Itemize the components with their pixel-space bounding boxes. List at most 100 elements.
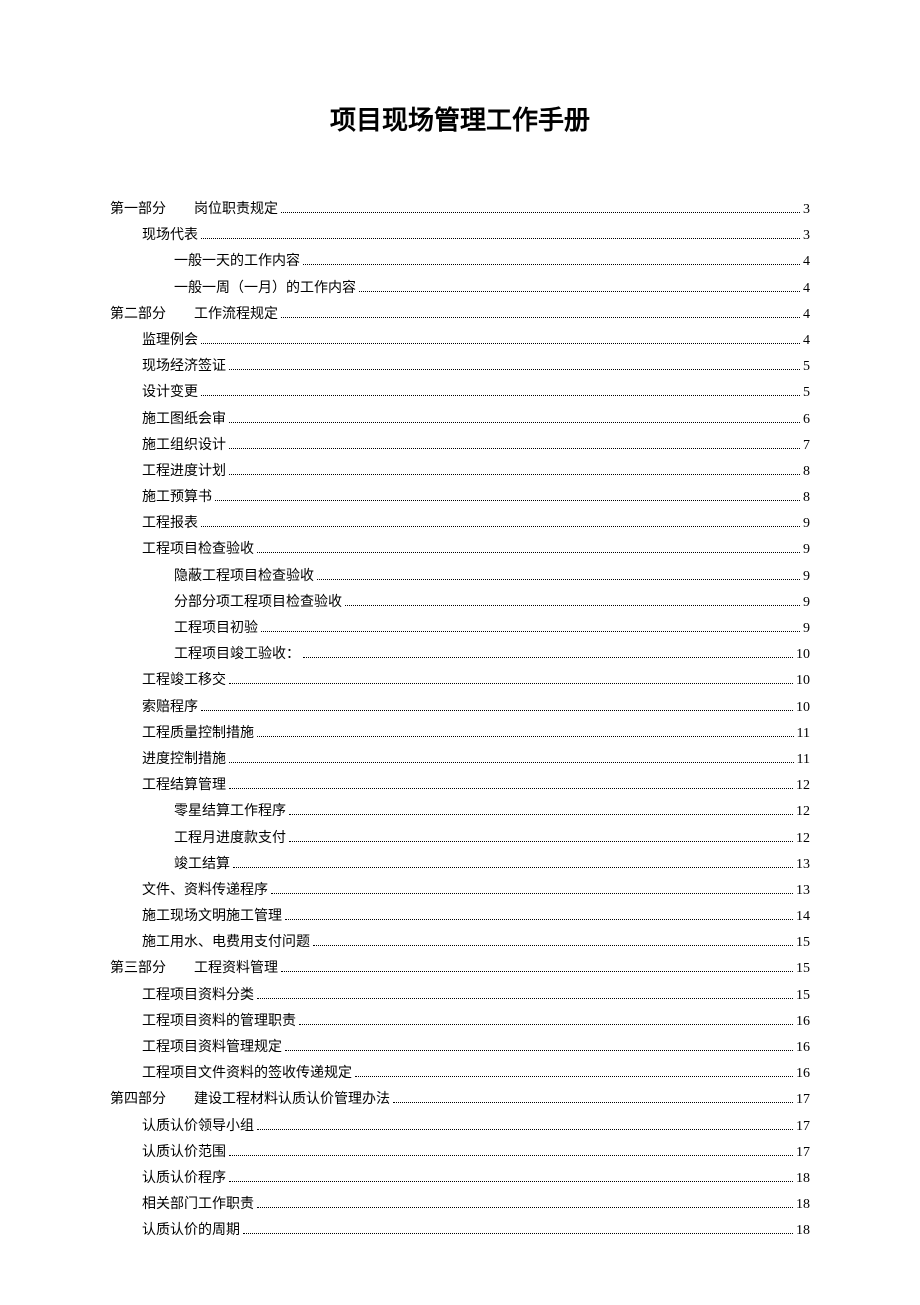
toc-entry-page: 8 [803, 485, 810, 510]
toc-entry-page: 17 [796, 1087, 810, 1112]
toc-entry[interactable]: 施工现场文明施工管理14 [110, 904, 810, 929]
toc-entry-page: 4 [803, 276, 810, 301]
toc-entry-page: 16 [796, 1035, 810, 1060]
toc-entry-page: 6 [803, 407, 810, 432]
toc-entry[interactable]: 工程项目竣工验收：10 [110, 642, 810, 667]
toc-entry-label: 设计变更 [142, 380, 198, 405]
toc-entry[interactable]: 文件、资料传递程序13 [110, 878, 810, 903]
toc-entry[interactable]: 第二部分 工作流程规定4 [110, 302, 810, 327]
toc-entry[interactable]: 施工用水、电费用支付问题15 [110, 930, 810, 955]
toc-entry-label: 工程项目资料分类 [142, 983, 254, 1008]
toc-entry-label: 相关部门工作职责 [142, 1192, 254, 1217]
toc-entry-page: 4 [803, 302, 810, 327]
toc-entry-page: 3 [803, 223, 810, 248]
toc-entry-page: 18 [796, 1166, 810, 1191]
toc-entry-page: 13 [796, 878, 810, 903]
toc-entry-page: 3 [803, 197, 810, 222]
toc-entry-page: 9 [803, 537, 810, 562]
toc-leader-dots [345, 605, 800, 606]
toc-leader-dots [393, 1102, 793, 1103]
toc-leader-dots [233, 867, 793, 868]
toc-leader-dots [229, 683, 793, 684]
toc-entry[interactable]: 现场代表3 [110, 223, 810, 248]
toc-entry-page: 18 [796, 1192, 810, 1217]
toc-entry[interactable]: 现场经济签证5 [110, 354, 810, 379]
toc-entry-page: 10 [796, 695, 810, 720]
toc-entry[interactable]: 设计变更5 [110, 380, 810, 405]
toc-entry[interactable]: 施工预算书8 [110, 485, 810, 510]
toc-leader-dots [257, 736, 794, 737]
toc-leader-dots [317, 579, 800, 580]
toc-entry-page: 9 [803, 511, 810, 536]
toc-entry[interactable]: 工程项目资料分类15 [110, 983, 810, 1008]
toc-entry-label: 索赔程序 [142, 695, 198, 720]
toc-leader-dots [313, 945, 793, 946]
toc-entry[interactable]: 认质认价程序18 [110, 1166, 810, 1191]
toc-entry[interactable]: 隐蔽工程项目检查验收9 [110, 564, 810, 589]
toc-entry[interactable]: 工程项目初验9 [110, 616, 810, 641]
toc-leader-dots [359, 291, 800, 292]
toc-leader-dots [201, 343, 800, 344]
toc-entry[interactable]: 工程结算管理12 [110, 773, 810, 798]
toc-entry[interactable]: 一般一周（一月）的工作内容4 [110, 276, 810, 301]
toc-entry[interactable]: 工程月进度款支付12 [110, 826, 810, 851]
toc-entry[interactable]: 认质认价领导小组17 [110, 1114, 810, 1139]
toc-entry[interactable]: 零星结算工作程序12 [110, 799, 810, 824]
toc-entry[interactable]: 工程竣工移交 10 [110, 668, 810, 693]
toc-entry-page: 10 [796, 642, 810, 667]
toc-leader-dots [229, 1181, 793, 1182]
toc-entry[interactable]: 进度控制措施11 [110, 747, 810, 772]
toc-entry-label: 工程结算管理 [142, 773, 226, 798]
toc-entry[interactable]: 认质认价的周期18 [110, 1218, 810, 1243]
toc-entry[interactable]: 竣工结算13 [110, 852, 810, 877]
toc-entry[interactable]: 施工图纸会审 6 [110, 407, 810, 432]
toc-leader-dots [261, 631, 800, 632]
toc-entry-page: 4 [803, 249, 810, 274]
toc-leader-dots [303, 657, 793, 658]
toc-entry[interactable]: 施工组织设计7 [110, 433, 810, 458]
toc-leader-dots [257, 552, 800, 553]
toc-entry-label: 工程项目检查验收 [142, 537, 254, 562]
toc-entry[interactable]: 索赔程序 10 [110, 695, 810, 720]
toc-entry-label: 现场经济签证 [142, 354, 226, 379]
toc-entry-label: 第四部分 建设工程材料认质认价管理办法 [110, 1087, 390, 1112]
toc-entry[interactable]: 工程报表9 [110, 511, 810, 536]
toc-entry[interactable]: 第三部分 工程资料管理15 [110, 956, 810, 981]
toc-entry-page: 16 [796, 1061, 810, 1086]
toc-entry-label: 一般一天的工作内容 [174, 249, 300, 274]
toc-leader-dots [303, 264, 800, 265]
toc-entry[interactable]: 工程项目资料的管理职责16 [110, 1009, 810, 1034]
toc-leader-dots [289, 814, 793, 815]
toc-entry[interactable]: 监理例会 4 [110, 328, 810, 353]
toc-entry[interactable]: 工程项目检查验收 9 [110, 537, 810, 562]
toc-entry-page: 9 [803, 564, 810, 589]
toc-entry[interactable]: 分部分项工程项目检查验收9 [110, 590, 810, 615]
toc-entry[interactable]: 工程项目资料管理规定 16 [110, 1035, 810, 1060]
toc-entry[interactable]: 一般一天的工作内容 4 [110, 249, 810, 274]
toc-entry-page: 9 [803, 616, 810, 641]
toc-entry-page: 12 [796, 799, 810, 824]
toc-leader-dots [229, 369, 800, 370]
toc-entry-page: 10 [796, 668, 810, 693]
toc-entry-label: 监理例会 [142, 328, 198, 353]
toc-entry-label: 工程竣工移交 [142, 668, 226, 693]
toc-entry-page: 9 [803, 590, 810, 615]
toc-entry-page: 17 [796, 1140, 810, 1165]
toc-entry-label: 工程项目资料管理规定 [142, 1035, 282, 1060]
toc-entry[interactable]: 第一部分 岗位职责规定3 [110, 197, 810, 222]
toc-entry[interactable]: 工程进度计划8 [110, 459, 810, 484]
toc-entry-label: 工程质量控制措施 [142, 721, 254, 746]
toc-entry[interactable]: 第四部分 建设工程材料认质认价管理办法 17 [110, 1087, 810, 1112]
toc-entry-label: 施工图纸会审 [142, 407, 226, 432]
toc-leader-dots [285, 1050, 793, 1051]
toc-leader-dots [257, 1129, 793, 1130]
toc-leader-dots [201, 395, 800, 396]
toc-entry[interactable]: 工程质量控制措施11 [110, 721, 810, 746]
toc-leader-dots [355, 1076, 793, 1077]
toc-entry-label: 认质认价领导小组 [142, 1114, 254, 1139]
toc-entry[interactable]: 相关部门工作职责 18 [110, 1192, 810, 1217]
toc-entry[interactable]: 认质认价范围17 [110, 1140, 810, 1165]
toc-entry[interactable]: 工程项目文件资料的签收传递规定16 [110, 1061, 810, 1086]
toc-leader-dots [271, 893, 793, 894]
toc-entry-page: 4 [803, 328, 810, 353]
